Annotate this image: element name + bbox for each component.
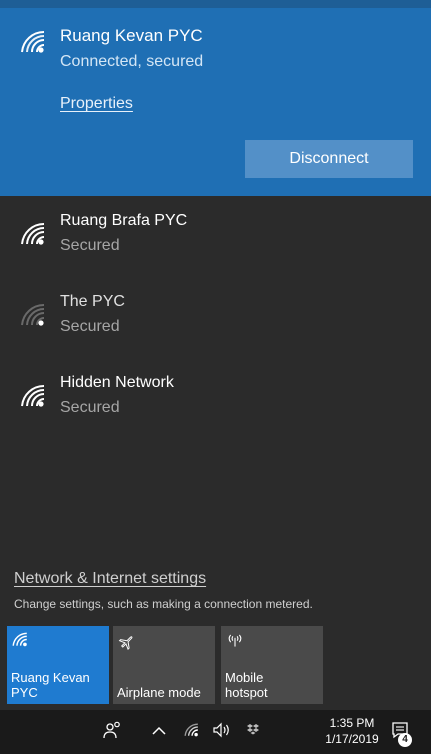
wifi-tile-label-line2: PYC: [11, 685, 38, 700]
volume-button[interactable]: [208, 710, 236, 754]
wifi-weak-icon: [20, 303, 46, 332]
network-name: Ruang Brafa PYC: [60, 212, 188, 229]
chevron-up-icon: [152, 723, 166, 741]
properties-link[interactable]: Properties: [60, 95, 133, 113]
action-center-icon: 4: [391, 721, 412, 747]
network-status: Secured: [60, 399, 120, 416]
wifi-icon: [183, 723, 199, 742]
network-status: Secured: [60, 237, 120, 254]
wifi-tile-label: Ruang Kevan PYC: [11, 670, 90, 700]
notification-count-badge: 4: [398, 732, 412, 747]
network-name: Hidden Network: [60, 374, 174, 391]
network-flyout: Ruang Kevan PYC Connected, secured Prope…: [0, 0, 431, 710]
taskbar: 1:35 PM 1/17/2019 4: [0, 710, 431, 754]
action-center-button[interactable]: 4: [386, 710, 414, 754]
network-status: Secured: [60, 318, 120, 335]
show-hidden-icons-button[interactable]: [146, 710, 172, 754]
network-name: The PYC: [60, 293, 125, 310]
airplane-mode-tile[interactable]: Airplane mode: [113, 626, 215, 704]
flyout-top-edge: [0, 0, 431, 8]
network-item[interactable]: The PYC Secured: [0, 287, 431, 363]
wifi-tile-label-line1: Ruang Kevan: [11, 670, 90, 685]
network-item[interactable]: Hidden Network Secured: [0, 368, 431, 444]
disconnect-button[interactable]: Disconnect: [245, 140, 413, 178]
hotspot-tile-label: Mobile hotspot: [225, 670, 268, 700]
airplane-icon: [118, 632, 136, 653]
hotspot-tile-label-line2: hotspot: [225, 685, 268, 700]
wifi-icon: [20, 30, 46, 59]
connected-network-name: Ruang Kevan PYC: [60, 26, 203, 45]
wifi-icon: [12, 632, 28, 650]
volume-icon: [212, 722, 232, 743]
people-button[interactable]: [96, 710, 130, 754]
wifi-icon: [20, 222, 46, 251]
mobile-hotspot-tile[interactable]: Mobile hotspot: [221, 626, 323, 704]
airplane-tile-label: Airplane mode: [117, 685, 201, 700]
people-icon: [103, 721, 123, 744]
clock-time: 1:35 PM: [329, 716, 375, 730]
connected-network-item[interactable]: Ruang Kevan PYC Connected, secured Prope…: [0, 8, 431, 196]
network-settings-description: Change settings, such as making a connec…: [14, 597, 313, 611]
wifi-icon: [20, 384, 46, 413]
network-settings-link[interactable]: Network & Internet settings: [14, 570, 206, 588]
hotspot-tile-label-line1: Mobile: [225, 670, 264, 685]
network-tray-button[interactable]: [178, 710, 204, 754]
connected-network-status: Connected, secured: [60, 53, 204, 70]
dropbox-icon: [246, 723, 260, 741]
clock[interactable]: 1:35 PM 1/17/2019: [306, 715, 398, 747]
wifi-quick-action-tile[interactable]: Ruang Kevan PYC: [7, 626, 109, 704]
network-item[interactable]: Ruang Brafa PYC Secured: [0, 206, 431, 282]
hotspot-icon: [226, 632, 244, 651]
dropbox-button[interactable]: [241, 710, 265, 754]
clock-date: 1/17/2019: [325, 732, 379, 746]
